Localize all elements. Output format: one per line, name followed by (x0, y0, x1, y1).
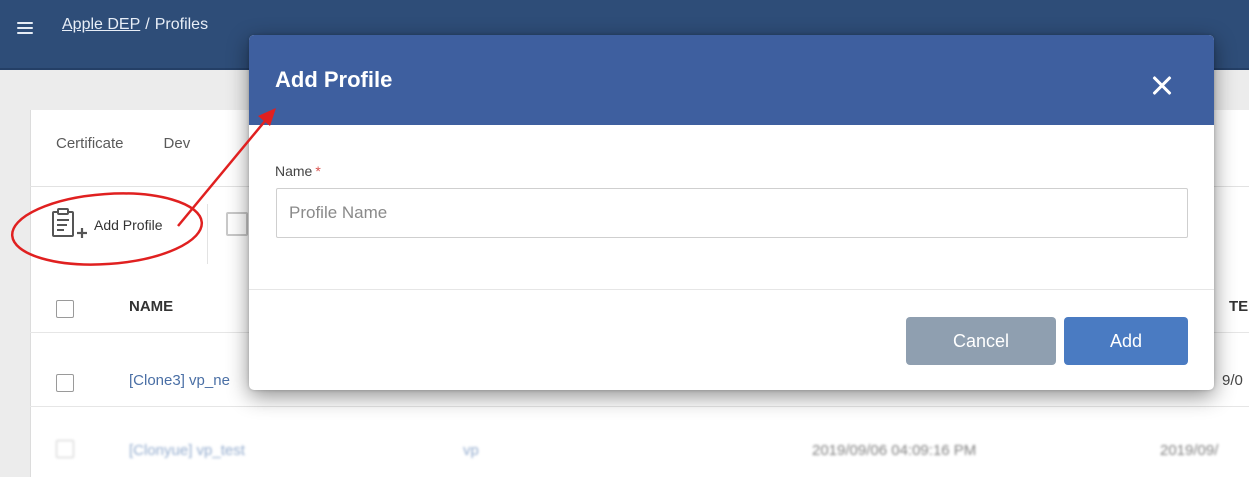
row-created-cell: 9/0 (1222, 372, 1243, 389)
add-profile-label: Add Profile (94, 217, 163, 233)
row-name-link[interactable]: [Clone3] vp_ne (129, 372, 230, 389)
column-header-created[interactable]: TED (1229, 298, 1249, 315)
tab-devices[interactable]: Dev (164, 135, 191, 152)
row-checkbox[interactable] (56, 374, 74, 392)
breadcrumb-link-apple-dep[interactable]: Apple DEP (62, 16, 140, 33)
dialog-title: Add Profile (275, 67, 393, 92)
row-checkbox[interactable] (56, 440, 74, 458)
add-profile-dialog: Add Profile Name* Cancel Add (249, 35, 1214, 390)
close-icon[interactable] (1145, 68, 1179, 102)
name-label-text: Name (275, 163, 313, 179)
toolbar-clipboard-icon[interactable] (226, 212, 248, 236)
add-button[interactable]: Add (1064, 317, 1188, 365)
breadcrumb-separator: / (145, 16, 150, 33)
clipboard-add-icon (52, 208, 87, 238)
hamburger-icon[interactable] (17, 22, 33, 34)
row-type-cell: vp (463, 442, 479, 459)
profile-name-input[interactable] (276, 188, 1188, 238)
tab-certificate[interactable]: Certificate (56, 135, 124, 152)
required-marker: * (315, 163, 321, 179)
tab-bar: Certificate Dev (56, 135, 230, 152)
add-profile-button[interactable]: Add Profile (50, 208, 162, 242)
dialog-footer-divider (249, 289, 1214, 290)
breadcrumb: Apple DEP / Profiles (62, 16, 208, 34)
breadcrumb-current: Profiles (154, 16, 209, 33)
name-field-label: Name * (275, 163, 321, 179)
row-created-cell: 2019/09/ (1160, 442, 1219, 459)
table-row: [Clonyue] vp_test vp 2019/09/06 04:09:16… (0, 410, 1249, 477)
select-all-checkbox[interactable] (56, 300, 74, 318)
row-date-cell: 2019/09/06 04:09:16 PM (812, 442, 977, 459)
column-header-name[interactable]: NAME (129, 298, 173, 315)
dialog-header: Add Profile (249, 35, 1214, 125)
toolbar-divider (207, 204, 208, 264)
row-name-link[interactable]: [Clonyue] vp_test (129, 442, 245, 459)
cancel-button[interactable]: Cancel (906, 317, 1056, 365)
